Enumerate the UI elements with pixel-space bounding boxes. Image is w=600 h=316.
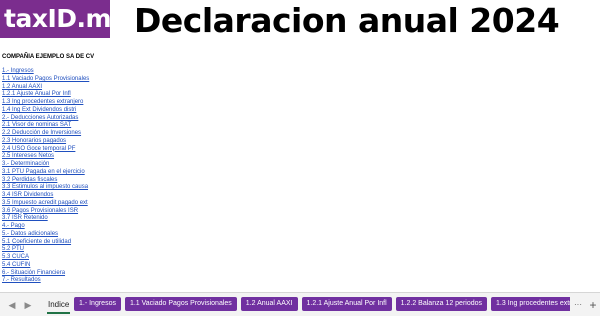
index-link-item: 5.- Datos adicionales [2,231,202,239]
index-link-item: 3.2 Perdidas fiscales [2,177,202,185]
index-link-item: 1.2.1 Ajuste Anual Por Infl [2,91,202,99]
index-link[interactable]: 3.7 ISR Retenido [2,215,48,221]
index-link[interactable]: 1.- Ingresos [2,68,34,74]
index-link[interactable]: 1.2 Anual AAXI [2,84,42,90]
more-sheets-icon[interactable]: ··· [573,298,583,312]
index-link[interactable]: 3.2 Perdidas fiscales [2,177,57,183]
index-link[interactable]: 1.4 Ing Ext Dividendos distri [2,107,76,113]
index-link[interactable]: 1.2.1 Ajuste Anual Por Infl [2,91,71,97]
index-link-item: 2.4 USO Goce temporal PF [2,146,202,154]
sheet-tab-indice[interactable]: Indice [44,297,73,314]
index-link-item: 5.4 CUFIN [2,262,202,270]
index-link[interactable]: 3.4 ISR Dividendos [2,192,53,198]
index-link-item: 3.7 ISR Retenido [2,215,202,223]
sheet-tab[interactable]: 1.- Ingresos [74,297,121,311]
index-link[interactable]: 5.4 CUFIN [2,262,30,268]
index-link[interactable]: 1.1 Vaciado Pagos Provisionales [2,76,89,82]
index-link-item: 2.3 Honorarios pagados [2,138,202,146]
index-link-item: 5.3 CUCA [2,254,202,262]
index-link-item: 3.6 Pagos Provisionales ISR [2,208,202,216]
index-link[interactable]: 5.- Datos adicionales [2,231,58,237]
page-title: Declaracion anual 2024 [134,1,560,40]
sheet-tab-bar: ◀ ▶ Indice 1.- Ingresos 1.1 Vaciado Pagos… [0,292,600,316]
index-link-item: 5.2 PTU [2,246,202,254]
index-link-item: 1.4 Ing Ext Dividendos distri [2,107,202,115]
sheet-tab[interactable]: 1.2.1 Ajuste Anual Por Infl [301,297,392,311]
prev-sheet-arrow-icon[interactable]: ◀ [6,298,18,312]
index-link[interactable]: 4.- Pago [2,223,25,229]
index-link-item: 1.- Ingresos [2,68,202,76]
index-link-item: 2.- Deducciones Autorizadas [2,115,202,123]
index-link[interactable]: 2.- Deducciones Autorizadas [2,115,78,121]
index-link-item: 1.2 Anual AAXI [2,84,202,92]
index-link[interactable]: 1.3 Ing procedentes extranjero [2,99,83,105]
index-link-item: 5.1 Coeficiente de utilidad [2,239,202,247]
index-link-item: 4.- Pago [2,223,202,231]
index-link-item: 3.- Determinación [2,161,202,169]
index-link-item: 3.5 Impuesto acredit pagado ext [2,200,202,208]
index-link[interactable]: 5.1 Coeficiente de utilidad [2,239,71,245]
index-link-item: 3.4 ISR Dividendos [2,192,202,200]
index-link-item: 1.3 Ing procedentes extranjero [2,99,202,107]
index-link[interactable]: 7.- Resultados [2,277,41,283]
index-link[interactable]: 2.5 Intereses Netos [2,153,54,159]
add-sheet-icon[interactable]: + [587,298,599,312]
index-link-item: 6.- Situación Financiera [2,270,202,278]
taxid-logo: taxID.mx® [0,0,136,38]
index-link[interactable]: 3.5 Impuesto acredit pagado ext [2,200,88,206]
logo-suffix: .mx [76,4,128,33]
index-link[interactable]: 5.2 PTU [2,246,24,252]
company-name: COMPAÑIA EJEMPLO SA DE CV [2,54,95,60]
index-link[interactable]: 3.1 PTU Pagada en el ejercicio [2,169,85,175]
index-link-item: 2.5 Intereses Netos [2,153,202,161]
index-link[interactable]: 5.3 CUCA [2,254,29,260]
index-link[interactable]: 2.3 Honorarios pagados [2,138,66,144]
sheet-tab[interactable]: 1.2.2 Balanza 12 periodos [395,297,488,311]
sheet-tab[interactable]: 1.1 Vaciado Pagos Provisionales [124,297,237,311]
logo-text: taxID [4,4,77,33]
index-link[interactable]: 3.- Determinación [2,161,49,167]
index-link[interactable]: 2.4 USO Goce temporal PF [2,146,75,152]
index-link-item: 2.1 Visor de nominas SAT [2,122,202,130]
index-link[interactable]: 2.1 Visor de nominas SAT [2,122,71,128]
index-link-item: 7.- Resultados [2,277,202,285]
next-sheet-arrow-icon[interactable]: ▶ [22,298,34,312]
index-link-item: 2.2 Deducción de Inversiones [2,130,202,138]
index-link-item: 1.1 Vaciado Pagos Provisionales [2,76,202,84]
index-link-list: 1.- Ingresos 1.1 Vaciado Pagos Provisiona… [2,68,202,285]
index-link[interactable]: 3.6 Pagos Provisionales ISR [2,208,78,214]
index-link[interactable]: 3.3 Estimulos al impuesto causa [2,184,88,190]
index-link-item: 3.1 PTU Pagada en el ejercicio [2,169,202,177]
index-link-item: 3.3 Estimulos al impuesto causa [2,184,202,192]
index-link[interactable]: 6.- Situación Financiera [2,270,65,276]
sheet-tab[interactable]: 1.2 Anual AAXI [240,297,298,311]
index-link[interactable]: 2.2 Deducción de Inversiones [2,130,81,136]
sheet-tab[interactable]: 1.3 Ing procedentes extranj [491,297,570,311]
sheet-tab-strip: 1.- Ingresos 1.1 Vaciado Pagos Provisiona… [74,297,570,313]
